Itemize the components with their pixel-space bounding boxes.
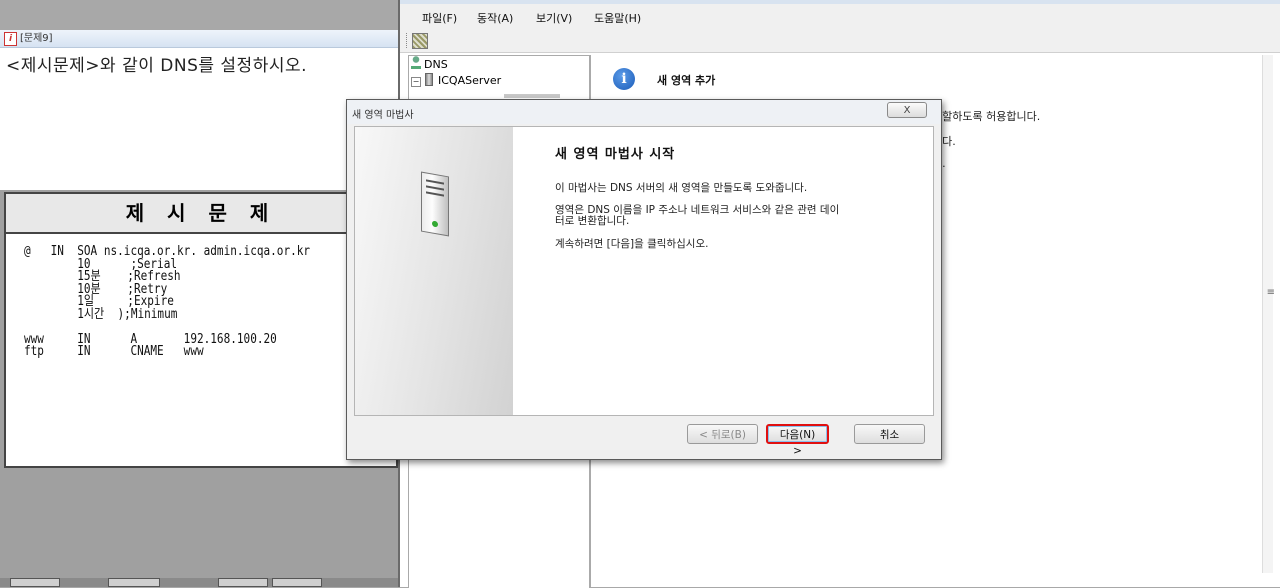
menu-help[interactable]: 도움말(H): [594, 10, 641, 26]
wizard-content: 새 영역 마법사 시작 이 마법사는 DNS 서버의 새 영역을 만들도록 도와…: [354, 126, 934, 416]
details-text-fragment: 분할하도록 허용합니다.: [932, 110, 1041, 123]
wizard-button-bar: < 뒤로(B) 다음(N) > 취소: [347, 418, 941, 460]
new-zone-wizard-dialog: 새 영역 마법사 X 새 영역 마법사 시작 이 마법사는 DNS 서버의 새 …: [346, 99, 942, 460]
taskbar-slot[interactable]: [218, 578, 268, 587]
tree-item-server[interactable]: − ICQAServer: [411, 73, 501, 89]
wizard-paragraph: 터로 변환합니다.: [555, 215, 630, 227]
question-window: i [문제9] <제시문제>와 같이 DNS를 설정하시오. 제 시 문 제 @…: [0, 30, 398, 587]
question-app-icon: i: [4, 32, 17, 46]
tree-label-server: ICQAServer: [438, 74, 502, 87]
menu-file[interactable]: 파일(F): [422, 10, 457, 26]
taskbar-slot[interactable]: [10, 578, 60, 587]
taskbar-slot[interactable]: [108, 578, 160, 587]
wizard-paragraph: 영역은 DNS 이름을 IP 주소나 네트워크 서비스와 같은 관련 데이: [555, 204, 840, 216]
menu-bar: 파일(F) 동작(A) 보기(V) 도움말(H): [400, 0, 1280, 30]
menu-action[interactable]: 동작(A): [477, 10, 513, 26]
question-body: <제시문제>와 같이 DNS를 설정하시오.: [0, 48, 398, 190]
details-title: 새 영역 추가: [657, 74, 716, 87]
wizard-title: 새 영역 마법사: [352, 110, 414, 121]
sample-zone-record: @ IN SOA ns.icqa.or.kr. admin.icqa.or.kr…: [24, 244, 311, 359]
sample-heading: 제 시 문 제: [6, 194, 396, 234]
server-tower-icon: [421, 171, 449, 237]
server-icon: [425, 73, 433, 86]
wizard-side-panel: [355, 127, 513, 415]
back-button[interactable]: < 뒤로(B): [687, 424, 758, 444]
vertical-scrollbar[interactable]: [1262, 55, 1273, 573]
cancel-button[interactable]: 취소: [854, 424, 925, 444]
toolbar-grip-icon: [406, 33, 409, 48]
menu-view[interactable]: 보기(V): [536, 10, 572, 26]
dns-icon: [411, 56, 421, 69]
splitter-grip-icon[interactable]: ≡: [1267, 287, 1275, 298]
tree-label-dns: DNS: [424, 58, 448, 71]
collapse-icon[interactable]: −: [411, 77, 421, 87]
toolbar: [400, 30, 1280, 53]
tree-selection-highlight: [504, 94, 560, 98]
next-button[interactable]: 다음(N) >: [766, 424, 829, 457]
question-text: <제시문제>와 같이 DNS를 설정하시오.: [6, 56, 308, 76]
question-title: [문제9]: [20, 33, 53, 44]
left-taskbar: [0, 578, 398, 587]
wizard-heading: 새 영역 마법사 시작: [555, 147, 676, 162]
question-titlebar: i [문제9]: [0, 30, 398, 48]
close-button[interactable]: X: [887, 102, 927, 118]
tree-item-dns[interactable]: DNS: [411, 56, 448, 72]
toolbar-properties-icon[interactable]: [412, 33, 428, 49]
wizard-titlebar: 새 영역 마법사 X: [347, 100, 941, 124]
taskbar-slot[interactable]: [272, 578, 322, 587]
info-icon: i: [613, 68, 635, 90]
wizard-paragraph: 이 마법사는 DNS 서버의 새 영역을 만들도록 도와줍니다.: [555, 182, 808, 194]
sample-panel: 제 시 문 제 @ IN SOA ns.icqa.or.kr. admin.ic…: [4, 192, 398, 468]
wizard-paragraph: 계속하려면 [다음]을 클릭하십시오.: [555, 238, 709, 250]
